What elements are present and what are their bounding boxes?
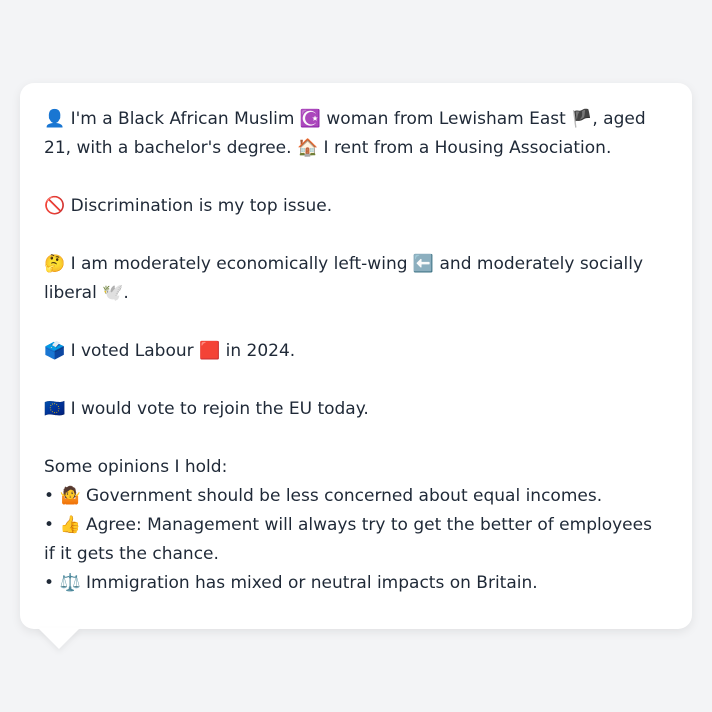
person-icon: 👤 — [44, 109, 66, 129]
intro-paragraph: 👤 I'm a Black African Muslim ☪️ woman fr… — [44, 105, 668, 163]
prohibited-icon: 🚫 — [44, 196, 66, 216]
balance-scale-icon: ⚖️ — [59, 573, 81, 593]
bubble-tail — [38, 628, 80, 649]
opinion-item: • 👍 Agree: Management will always try to… — [44, 511, 668, 569]
opinion-text: Agree: Management will always try to get… — [44, 515, 652, 564]
bullet: • — [44, 573, 60, 593]
house-icon: 🏠 — [296, 138, 319, 158]
bullet: • — [44, 486, 60, 506]
ballot-box-icon: 🗳️ — [44, 341, 66, 361]
dove-icon: 🕊️ — [102, 283, 124, 303]
left-arrow-icon: ⬅️ — [412, 254, 435, 274]
eu-paragraph: 🇪🇺 I would vote to rejoin the EU today. — [44, 395, 668, 424]
top-issue-text: Discrimination is my top issue. — [65, 196, 333, 216]
intro-text-1: I'm a Black African Muslim — [65, 109, 300, 129]
opinion-text: Immigration has mixed or neutral impacts… — [80, 573, 538, 593]
england-flag-icon: 🏴 — [571, 109, 593, 129]
red-square-icon: 🟥 — [199, 341, 221, 361]
ideology-text-1: I am moderately economically left-wing — [65, 254, 413, 274]
thinking-face-icon: 🤔 — [44, 254, 66, 274]
thumbs-up-icon: 👍 — [59, 515, 81, 535]
star-crescent-icon: ☪️ — [299, 109, 321, 129]
opinion-text: Government should be less concerned abou… — [80, 486, 603, 506]
vote-paragraph: 🗳️ I voted Labour 🟥 in 2024. — [44, 337, 668, 366]
profile-message-bubble: 👤 I'm a Black African Muslim ☪️ woman fr… — [20, 83, 692, 629]
eu-flag-icon: 🇪🇺 — [44, 399, 66, 419]
intro-text-2: woman from Lewisham East — [321, 109, 572, 129]
opinions-heading: Some opinions I hold: — [44, 457, 228, 477]
bullet: • — [44, 515, 60, 535]
intro-text-4: I rent from a Housing Association. — [318, 138, 612, 158]
vote-text-2: in 2024. — [220, 341, 296, 361]
top-issue-paragraph: 🚫 Discrimination is my top issue. — [44, 192, 668, 221]
eu-text: I would vote to rejoin the EU today. — [65, 399, 369, 419]
opinion-item: • 🤷 Government should be less concerned … — [44, 482, 668, 511]
opinion-item: • ⚖️ Immigration has mixed or neutral im… — [44, 569, 668, 598]
ideology-text-3: . — [123, 283, 129, 303]
vote-text-1: I voted Labour — [65, 341, 200, 361]
shrug-icon: 🤷 — [59, 486, 81, 506]
ideology-paragraph: 🤔 I am moderately economically left-wing… — [44, 250, 668, 308]
opinions-list: • 🤷 Government should be less concerned … — [44, 482, 668, 598]
